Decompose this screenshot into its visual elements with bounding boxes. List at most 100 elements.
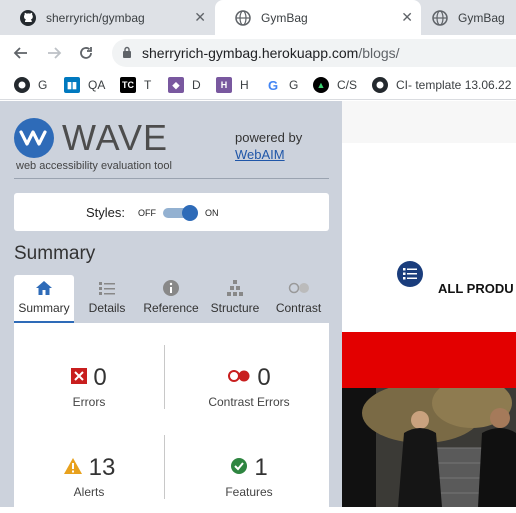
heroku-h-icon: H (216, 77, 232, 93)
bookmark-label: H (240, 78, 249, 92)
wave-logo: WAVE (14, 117, 168, 159)
stat-contrast-errors[interactable]: 0 Contrast Errors (174, 363, 324, 409)
bookmark-label: G (38, 78, 48, 92)
bookmark-item[interactable]: ▲ C/S (313, 76, 357, 94)
tab-label: Summary (18, 301, 70, 315)
list-icon[interactable] (397, 261, 423, 287)
tab-summary[interactable]: Summary (14, 275, 74, 323)
bookmark-label: QA (88, 78, 106, 92)
github-icon (372, 77, 388, 93)
summary-heading: Summary (14, 243, 96, 264)
all-products-link[interactable]: ALL PRODU (438, 281, 514, 296)
tab-label: Structure (210, 301, 260, 315)
contrast-error-icon (227, 369, 251, 388)
globe-icon (235, 9, 251, 26)
bookmark-item[interactable]: H H (216, 76, 249, 94)
google-icon: G (267, 77, 279, 93)
tab-structure[interactable]: Structure (204, 275, 266, 323)
features-count: 1 (254, 454, 268, 481)
promo-banner (342, 332, 516, 388)
trello-icon: ▮▮ (64, 77, 80, 93)
alerts-label: Alerts (73, 485, 105, 499)
bookmark-item[interactable]: G G (265, 76, 298, 94)
styles-label: Styles: (86, 205, 126, 220)
codeinstitute-icon: ▲ (313, 77, 329, 93)
errors-label: Errors (72, 395, 106, 409)
back-icon[interactable] (12, 44, 30, 62)
styles-off-label: OFF (138, 208, 156, 218)
bookmarks-bar: G ▮▮ QA TC T ◆ D H H G G ▲ C/S CI- templ… (0, 70, 516, 100)
tab-title: sherryrich/gymbag (46, 10, 145, 25)
address-bar[interactable]: sherryrich-gymbag.herokuapp.com/blogs/ (112, 39, 516, 67)
divider (14, 178, 329, 179)
alerts-count: 13 (88, 454, 116, 481)
github-icon (20, 9, 36, 26)
tc-icon: TC (120, 77, 136, 93)
features-label: Features (225, 485, 273, 499)
url-host: sherryrich-gymbag.herokuapp.com (142, 45, 359, 61)
bookmark-item[interactable]: ▮▮ QA (64, 76, 105, 94)
info-icon (162, 275, 180, 301)
bookmark-label: D (192, 78, 201, 92)
tab-label: Contrast (275, 301, 322, 315)
tab-label: Reference (143, 301, 199, 315)
webaim-link[interactable]: WebAIM (235, 147, 285, 162)
feature-icon (230, 457, 248, 480)
powered-by: powered by WebAIM (235, 129, 302, 163)
bookmark-item[interactable]: G (14, 76, 47, 94)
styles-toggle-box: Styles: OFF ON (14, 193, 329, 231)
tab-title: GymBag (261, 10, 308, 25)
tab-reference[interactable]: Reference (140, 275, 202, 323)
bookmark-item[interactable]: ◆ D (168, 76, 201, 94)
tab-contrast[interactable]: Contrast (268, 275, 329, 323)
heroku-d-icon: ◆ (168, 77, 184, 93)
wave-logo-text: WAVE (62, 117, 169, 158)
contrast-errors-count: 0 (257, 364, 271, 391)
divider (164, 435, 165, 499)
url-path: /blogs/ (358, 45, 400, 61)
stat-alerts[interactable]: 13 Alerts (14, 453, 164, 499)
close-icon[interactable]: ✕ (401, 10, 413, 24)
bookmark-item[interactable]: TC T (120, 76, 151, 94)
browser-tab-gymbag[interactable]: GymBag (422, 0, 516, 35)
wave-sidebar: WAVE web accessibility evaluation tool p… (0, 101, 342, 513)
browser-toolbar: sherryrich-gymbag.herokuapp.com/blogs/ (0, 35, 516, 70)
forward-icon[interactable] (45, 44, 63, 62)
wave-tagline: web accessibility evaluation tool (16, 160, 172, 172)
lock-icon[interactable] (122, 45, 132, 61)
stat-errors[interactable]: 0 Errors (14, 363, 164, 409)
alert-icon (63, 457, 83, 480)
list-icon (98, 275, 116, 301)
tab-label: Details (88, 301, 126, 315)
site-header-strip (342, 101, 516, 143)
home-icon (35, 275, 53, 301)
github-icon (14, 77, 30, 93)
bookmark-label: G (289, 78, 299, 92)
wave-logo-icon (14, 118, 54, 158)
contrast-errors-label: Contrast Errors (208, 395, 290, 409)
bookmark-label: C/S (337, 78, 358, 92)
browser-tab-gymbag-active[interactable]: GymBag ✕ (215, 0, 421, 35)
styles-toggle-knob[interactable] (182, 205, 198, 221)
tab-bar: sherryrich/gymbag ✕ GymBag ✕ GymBag (0, 0, 516, 35)
divider (164, 345, 165, 409)
hero-image (342, 388, 516, 507)
powered-by-text: powered by (235, 130, 303, 145)
tab-details[interactable]: Details (76, 275, 138, 323)
site-preview: ALL PRODU (342, 101, 516, 507)
error-icon (71, 367, 88, 389)
bookmark-label: CI- template 13.06.22 (396, 78, 512, 92)
bookmark-item[interactable]: CI- template 13.06.22 (372, 76, 511, 94)
browser-tab-github[interactable]: sherryrich/gymbag ✕ (0, 0, 214, 35)
stat-features[interactable]: 1 Features (174, 453, 324, 499)
globe-icon (432, 9, 448, 26)
errors-count: 0 (93, 364, 107, 391)
summary-panel: 0 Errors 0 Contrast Errors 13 Alerts 1 F… (14, 323, 329, 513)
close-icon[interactable]: ✕ (194, 10, 206, 24)
reload-icon[interactable] (77, 44, 95, 62)
bookmark-label: T (144, 78, 152, 92)
tab-title: GymBag (458, 10, 505, 25)
wave-tabs: Summary Details Reference Structure Cont… (14, 275, 329, 325)
contrast-icon (288, 275, 310, 301)
structure-icon (225, 275, 245, 301)
